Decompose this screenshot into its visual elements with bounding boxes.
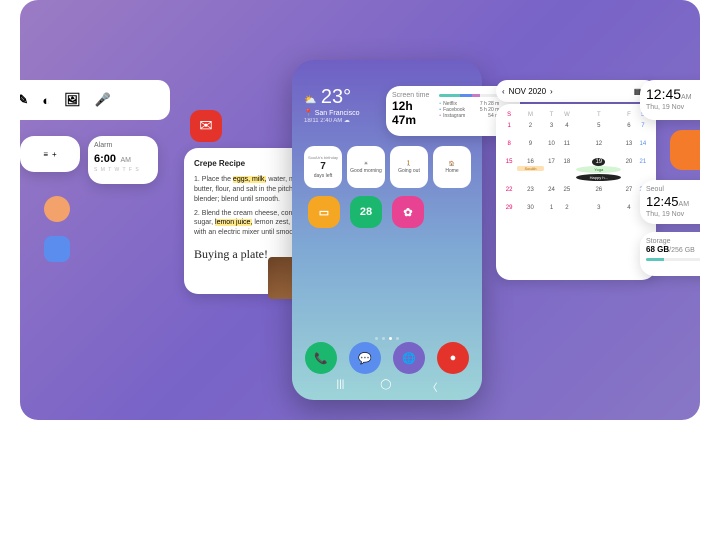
cookie-icon[interactable] xyxy=(44,196,70,222)
calendar-day[interactable]: 24 xyxy=(545,184,559,202)
calendar-day[interactable]: 23 xyxy=(516,184,544,202)
alarm-widget[interactable]: Alarm 6:00 AM S M T W T F S xyxy=(88,136,158,184)
calendar-day[interactable]: 4 xyxy=(558,120,575,138)
back-button[interactable]: 〈 xyxy=(428,379,438,394)
dock-camera[interactable]: ● xyxy=(437,342,469,374)
recents-button[interactable]: ||| xyxy=(337,379,345,394)
dock: 📞 💬 🌐 ● xyxy=(292,342,482,374)
calendar-day[interactable]: 16SooAh xyxy=(516,156,544,184)
app-calendar[interactable]: 28 xyxy=(350,196,382,228)
dock-internet[interactable]: 🌐 xyxy=(393,342,425,374)
calendar-day[interactable]: 21 xyxy=(636,156,650,184)
routine-morning[interactable]: ☀ Good morning xyxy=(347,146,385,188)
routine-home[interactable]: 🏠 Home xyxy=(433,146,471,188)
new-note-widget[interactable]: ≡ + xyxy=(20,136,80,172)
nav-bar: ||| ◯ 〈 xyxy=(292,379,482,394)
weather-temp: 23° xyxy=(321,86,351,108)
storage-fill xyxy=(646,258,664,261)
calendar-day[interactable]: 22 xyxy=(502,184,516,202)
calendar-day[interactable]: 1 xyxy=(545,202,559,220)
calendar-day[interactable]: 19YogaHappy h... xyxy=(575,156,622,184)
calendar-day[interactable]: 3 xyxy=(575,202,622,220)
calendar-day[interactable]: 18 xyxy=(558,156,575,184)
weather-icon: ⛅ xyxy=(304,95,316,106)
sun-icon: ☀ xyxy=(364,161,368,167)
clock-local[interactable]: 12:45AM Thu, 19 Nov xyxy=(640,80,700,120)
calendar-day[interactable]: 2 xyxy=(516,120,544,138)
home-button[interactable]: ◯ xyxy=(380,379,391,394)
clock-world[interactable]: Seoul 12:45AM Thu, 19 Nov xyxy=(640,180,700,224)
dock-phone[interactable]: 📞 xyxy=(305,342,337,374)
calendar-day[interactable]: 12 xyxy=(575,138,622,156)
calendar-day[interactable]: 2 xyxy=(558,202,575,220)
home-icon: 🏠 xyxy=(449,161,455,167)
list-icon: ≡ xyxy=(43,150,48,159)
app-gallery[interactable]: ✿ xyxy=(392,196,424,228)
calendar-day[interactable]: 9 xyxy=(516,138,544,156)
calendar-day[interactable]: 27 xyxy=(622,184,636,202)
phone-frame: ⛅ 23° 📍San Francisco 18/11 2:40 AM ☁ Scr… xyxy=(292,60,482,400)
alarm-label: Alarm xyxy=(94,142,152,149)
dock-messages[interactable]: 💬 xyxy=(349,342,381,374)
tool-shape[interactable]: ◐ xyxy=(42,93,50,108)
calendar-header[interactable]: ‹ NOV 2020 › ▦ + xyxy=(496,80,656,102)
calendar-day[interactable]: 17 xyxy=(545,156,559,184)
calendar-day[interactable]: 14 xyxy=(636,138,650,156)
calendar-day[interactable]: 30 xyxy=(516,202,544,220)
tool-pen[interactable]: ✎ xyxy=(20,92,28,108)
calendar-day[interactable]: 26 xyxy=(575,184,622,202)
routine-out[interactable]: 🚶 Going out xyxy=(390,146,428,188)
chevron-right-icon[interactable]: › xyxy=(550,87,553,96)
stray-icons xyxy=(44,196,70,262)
tool-image[interactable]: 🖼 xyxy=(64,92,81,108)
mail-icon[interactable] xyxy=(44,236,70,262)
calendar-day[interactable]: 5 xyxy=(575,120,622,138)
sticky-note-icon[interactable] xyxy=(670,130,700,170)
countdown-widget[interactable]: SooAh's birthday 7 days left xyxy=(304,146,342,188)
weather-widget[interactable]: ⛅ 23° 📍San Francisco 18/11 2:40 AM ☁ xyxy=(304,86,359,124)
calendar-day[interactable]: 8 xyxy=(502,138,516,156)
plus-icon: + xyxy=(52,150,57,159)
calendar-day[interactable]: 7 xyxy=(636,120,650,138)
chevron-left-icon[interactable]: ‹ xyxy=(502,87,505,96)
page-indicator xyxy=(292,337,482,340)
calendar-day[interactable]: 10 xyxy=(545,138,559,156)
alarm-time: 6:00 xyxy=(94,153,116,165)
screentime-app: Instagram54 m xyxy=(439,113,499,119)
app-files[interactable]: ▭ xyxy=(308,196,340,228)
alarm-days: S M T W T F S xyxy=(94,167,152,173)
screentime-bar xyxy=(439,94,499,97)
gmail-app-icon[interactable]: ✉ xyxy=(190,110,222,142)
storage-widget[interactable]: Storage 68 GB/256 GB xyxy=(640,232,700,276)
calendar-day[interactable]: 4 xyxy=(622,202,636,220)
calendar-day[interactable]: 29 xyxy=(502,202,516,220)
calendar-day[interactable]: 13 xyxy=(622,138,636,156)
calendar-widget[interactable]: SMTWTFS12345678910111213141516SooAh17181… xyxy=(496,104,656,280)
calendar-day[interactable]: 1 xyxy=(502,120,516,138)
calendar-day[interactable]: 15 xyxy=(502,156,516,184)
notes-toolbar: A T ✎ ◐ 🖼 🎤 xyxy=(20,80,170,120)
envelope-icon: ✉ xyxy=(199,116,212,136)
pin-icon: 📍 xyxy=(304,109,313,117)
calendar-day[interactable]: 25 xyxy=(558,184,575,202)
calendar-month: NOV 2020 xyxy=(509,87,546,96)
tool-voice[interactable]: 🎤 xyxy=(95,92,111,108)
calendar-day[interactable]: 6 xyxy=(622,120,636,138)
calendar-day[interactable]: 3 xyxy=(545,120,559,138)
calendar-day[interactable]: 20 xyxy=(622,156,636,184)
walk-icon: 🚶 xyxy=(406,161,412,167)
calendar-day[interactable]: 11 xyxy=(558,138,575,156)
